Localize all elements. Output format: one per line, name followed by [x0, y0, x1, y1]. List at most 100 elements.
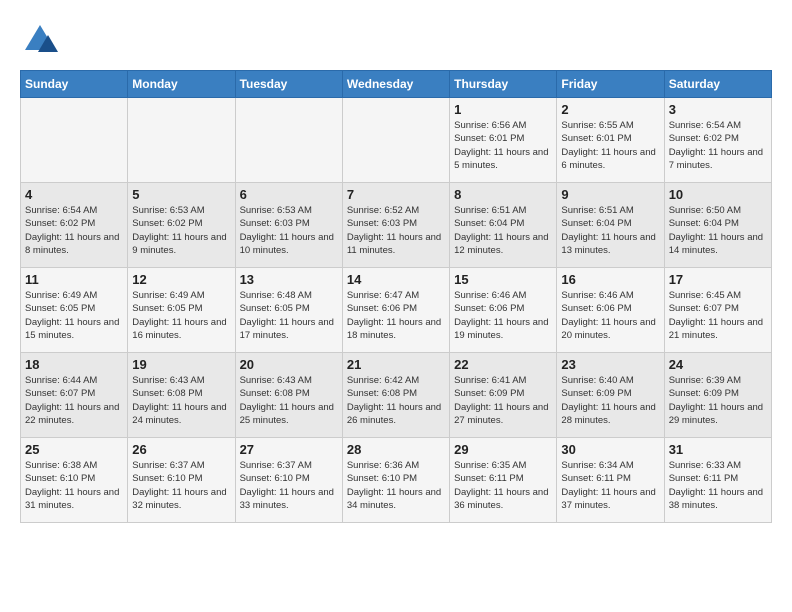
day-info: Sunrise: 6:52 AM Sunset: 6:03 PM Dayligh… [347, 204, 445, 257]
day-number: 5 [132, 187, 230, 202]
day-number: 11 [25, 272, 123, 287]
logo [20, 20, 66, 60]
day-info: Sunrise: 6:56 AM Sunset: 6:01 PM Dayligh… [454, 119, 552, 172]
calendar-cell: 26 Sunrise: 6:37 AM Sunset: 6:10 PM Dayli… [128, 438, 235, 523]
calendar-cell: 12Sunrise: 6:49 AM Sunset: 6:05 PM Dayli… [128, 268, 235, 353]
calendar-cell: 9 Sunrise: 6:51 AM Sunset: 6:04 PM Daylig… [557, 183, 664, 268]
day-number: 31 [669, 442, 767, 457]
calendar-cell: 30Sunrise: 6:34 AM Sunset: 6:11 PM Dayli… [557, 438, 664, 523]
calendar-cell: 10Sunrise: 6:50 AM Sunset: 6:04 PM Dayli… [664, 183, 771, 268]
calendar-cell: 2 Sunrise: 6:55 AM Sunset: 6:01 PM Daylig… [557, 98, 664, 183]
day-number: 1 [454, 102, 552, 117]
calendar-cell: 23 Sunrise: 6:40 AM Sunset: 6:09 PM Dayli… [557, 353, 664, 438]
day-number: 12 [132, 272, 230, 287]
day-number: 3 [669, 102, 767, 117]
calendar-cell: 19 Sunrise: 6:43 AM Sunset: 6:08 PM Dayli… [128, 353, 235, 438]
day-info: Sunrise: 6:37 AM Sunset: 6:10 PM Dayligh… [240, 459, 338, 512]
day-number: 13 [240, 272, 338, 287]
day-info: Sunrise: 6:46 AM Sunset: 6:06 PM Dayligh… [561, 289, 659, 342]
day-info: Sunrise: 6:54 AM Sunset: 6:02 PM Dayligh… [669, 119, 767, 172]
day-info: Sunrise: 6:53 AM Sunset: 6:03 PM Dayligh… [240, 204, 338, 257]
day-of-week-header: Friday [557, 71, 664, 98]
day-number: 7 [347, 187, 445, 202]
day-info: Sunrise: 6:40 AM Sunset: 6:09 PM Dayligh… [561, 374, 659, 427]
day-info: Sunrise: 6:47 AM Sunset: 6:06 PM Dayligh… [347, 289, 445, 342]
day-info: Sunrise: 6:54 AM Sunset: 6:02 PM Dayligh… [25, 204, 123, 257]
day-number: 20 [240, 357, 338, 372]
day-info: Sunrise: 6:38 AM Sunset: 6:10 PM Dayligh… [25, 459, 123, 512]
calendar-week-row: 1 Sunrise: 6:56 AM Sunset: 6:01 PM Daylig… [21, 98, 772, 183]
day-number: 29 [454, 442, 552, 457]
day-info: Sunrise: 6:48 AM Sunset: 6:05 PM Dayligh… [240, 289, 338, 342]
day-info: Sunrise: 6:35 AM Sunset: 6:11 PM Dayligh… [454, 459, 552, 512]
calendar-cell [21, 98, 128, 183]
calendar-header-row: SundayMondayTuesdayWednesdayThursdayFrid… [21, 71, 772, 98]
day-number: 9 [561, 187, 659, 202]
calendar-cell [235, 98, 342, 183]
calendar-cell: 27 Sunrise: 6:37 AM Sunset: 6:10 PM Dayli… [235, 438, 342, 523]
calendar-week-row: 11 Sunrise: 6:49 AM Sunset: 6:05 PM Dayli… [21, 268, 772, 353]
day-of-week-header: Thursday [450, 71, 557, 98]
calendar-table: SundayMondayTuesdayWednesdayThursdayFrid… [20, 70, 772, 523]
day-info: Sunrise: 6:45 AM Sunset: 6:07 PM Dayligh… [669, 289, 767, 342]
calendar-cell: 3 Sunrise: 6:54 AM Sunset: 6:02 PM Daylig… [664, 98, 771, 183]
day-number: 8 [454, 187, 552, 202]
day-number: 25 [25, 442, 123, 457]
day-of-week-header: Tuesday [235, 71, 342, 98]
day-number: 30 [561, 442, 659, 457]
day-info: Sunrise: 6:51 AM Sunset: 6:04 PM Dayligh… [561, 204, 659, 257]
calendar-cell: 31Sunrise: 6:33 AM Sunset: 6:11 PM Dayli… [664, 438, 771, 523]
calendar-cell: 7 Sunrise: 6:52 AM Sunset: 6:03 PM Daylig… [342, 183, 449, 268]
day-number: 19 [132, 357, 230, 372]
day-number: 26 [132, 442, 230, 457]
calendar-week-row: 25 Sunrise: 6:38 AM Sunset: 6:10 PM Dayli… [21, 438, 772, 523]
calendar-cell: 22 Sunrise: 6:41 AM Sunset: 6:09 PM Dayli… [450, 353, 557, 438]
calendar-week-row: 4 Sunrise: 6:54 AM Sunset: 6:02 PM Daylig… [21, 183, 772, 268]
calendar-cell: 11 Sunrise: 6:49 AM Sunset: 6:05 PM Dayli… [21, 268, 128, 353]
day-of-week-header: Monday [128, 71, 235, 98]
calendar-cell: 4 Sunrise: 6:54 AM Sunset: 6:02 PM Daylig… [21, 183, 128, 268]
day-number: 2 [561, 102, 659, 117]
calendar-cell: 15Sunrise: 6:46 AM Sunset: 6:06 PM Dayli… [450, 268, 557, 353]
day-number: 23 [561, 357, 659, 372]
logo-icon [20, 20, 60, 60]
day-info: Sunrise: 6:39 AM Sunset: 6:09 PM Dayligh… [669, 374, 767, 427]
day-info: Sunrise: 6:51 AM Sunset: 6:04 PM Dayligh… [454, 204, 552, 257]
day-number: 27 [240, 442, 338, 457]
day-number: 16 [561, 272, 659, 287]
day-info: Sunrise: 6:43 AM Sunset: 6:08 PM Dayligh… [240, 374, 338, 427]
calendar-cell [342, 98, 449, 183]
day-number: 6 [240, 187, 338, 202]
calendar-cell [128, 98, 235, 183]
day-info: Sunrise: 6:55 AM Sunset: 6:01 PM Dayligh… [561, 119, 659, 172]
day-number: 18 [25, 357, 123, 372]
day-number: 24 [669, 357, 767, 372]
calendar-cell: 25 Sunrise: 6:38 AM Sunset: 6:10 PM Dayli… [21, 438, 128, 523]
day-info: Sunrise: 6:53 AM Sunset: 6:02 PM Dayligh… [132, 204, 230, 257]
calendar-cell: 18 Sunrise: 6:44 AM Sunset: 6:07 PM Dayli… [21, 353, 128, 438]
calendar-cell: 8 Sunrise: 6:51 AM Sunset: 6:04 PM Daylig… [450, 183, 557, 268]
calendar-cell: 14Sunrise: 6:47 AM Sunset: 6:06 PM Dayli… [342, 268, 449, 353]
day-number: 17 [669, 272, 767, 287]
page-header [20, 20, 772, 60]
day-info: Sunrise: 6:37 AM Sunset: 6:10 PM Dayligh… [132, 459, 230, 512]
calendar-cell: 20 Sunrise: 6:43 AM Sunset: 6:08 PM Dayli… [235, 353, 342, 438]
calendar-cell: 17 Sunrise: 6:45 AM Sunset: 6:07 PM Dayli… [664, 268, 771, 353]
day-of-week-header: Sunday [21, 71, 128, 98]
day-number: 15 [454, 272, 552, 287]
day-info: Sunrise: 6:41 AM Sunset: 6:09 PM Dayligh… [454, 374, 552, 427]
calendar-cell: 1 Sunrise: 6:56 AM Sunset: 6:01 PM Daylig… [450, 98, 557, 183]
calendar-cell: 29 Sunrise: 6:35 AM Sunset: 6:11 PM Dayli… [450, 438, 557, 523]
day-of-week-header: Saturday [664, 71, 771, 98]
day-number: 4 [25, 187, 123, 202]
day-info: Sunrise: 6:42 AM Sunset: 6:08 PM Dayligh… [347, 374, 445, 427]
day-number: 22 [454, 357, 552, 372]
calendar-week-row: 18 Sunrise: 6:44 AM Sunset: 6:07 PM Dayli… [21, 353, 772, 438]
day-info: Sunrise: 6:44 AM Sunset: 6:07 PM Dayligh… [25, 374, 123, 427]
calendar-cell: 24 Sunrise: 6:39 AM Sunset: 6:09 PM Dayli… [664, 353, 771, 438]
day-info: Sunrise: 6:36 AM Sunset: 6:10 PM Dayligh… [347, 459, 445, 512]
day-info: Sunrise: 6:43 AM Sunset: 6:08 PM Dayligh… [132, 374, 230, 427]
day-number: 21 [347, 357, 445, 372]
calendar-cell: 13 Sunrise: 6:48 AM Sunset: 6:05 PM Dayli… [235, 268, 342, 353]
day-info: Sunrise: 6:49 AM Sunset: 6:05 PM Dayligh… [25, 289, 123, 342]
